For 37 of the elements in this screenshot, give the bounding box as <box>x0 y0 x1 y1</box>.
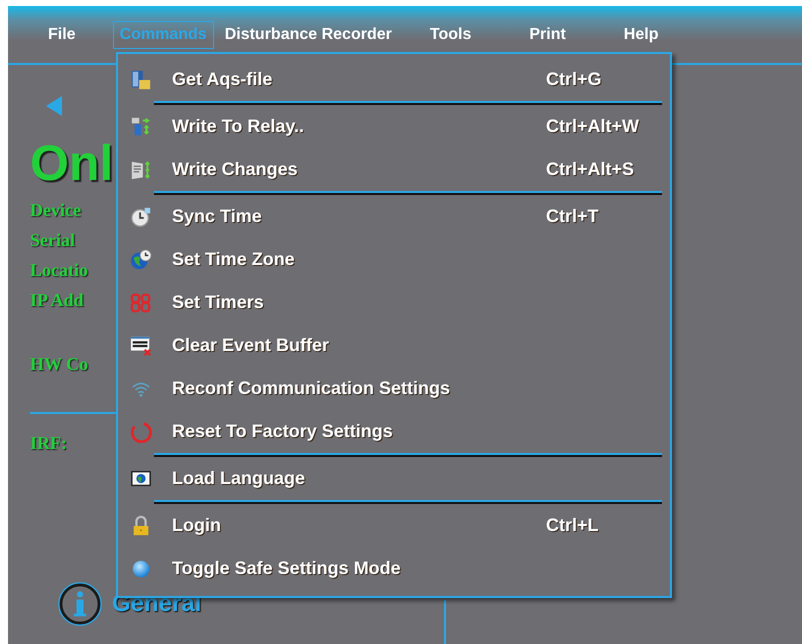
status-title: Onl <box>30 135 114 191</box>
menu-item[interactable]: Login Ctrl+L <box>118 504 670 547</box>
clock-icon <box>130 206 152 228</box>
field-label: IP Add <box>30 289 84 311</box>
relay-arrows-icon <box>130 116 152 138</box>
document-folder-icon <box>130 68 152 90</box>
menu-item[interactable]: Toggle Safe Settings Mode <box>118 547 670 590</box>
list-cross-icon <box>130 334 152 356</box>
menu-item[interactable]: Write To Relay.. Ctrl+Alt+W <box>118 105 670 148</box>
menu-title[interactable]: File <box>41 20 83 48</box>
globe-clock-icon <box>130 248 152 270</box>
shortcut-text: Ctrl+L <box>546 515 599 536</box>
menu-item[interactable]: Reconf Communication Settings <box>118 367 670 410</box>
menu-title[interactable]: Tools <box>422 20 478 48</box>
menu-item[interactable]: Get Aqs-file Ctrl+G <box>118 58 670 101</box>
menu-item[interactable]: Set Timers <box>118 281 670 324</box>
menu-item[interactable]: Sync Time Ctrl+T <box>118 195 670 238</box>
menu-item[interactable]: Write Changes Ctrl+Alt+S <box>118 148 670 191</box>
menu-title[interactable]: Print <box>522 20 573 48</box>
field-label: Locatio <box>30 259 88 281</box>
digits-icon <box>130 292 152 314</box>
menu-title[interactable]: Disturbance Recorder <box>218 20 399 48</box>
document-arrows-icon <box>130 158 152 180</box>
menu-item[interactable]: Clear Event Buffer <box>118 324 670 367</box>
menu-title[interactable]: Help <box>616 20 666 48</box>
shortcut-text: Ctrl+Alt+S <box>546 159 634 180</box>
menu-item[interactable]: Load Language <box>118 457 670 500</box>
shortcut-text: Ctrl+Alt+W <box>546 116 640 137</box>
shortcut-text: Ctrl+T <box>546 206 599 227</box>
info-icon[interactable] <box>58 582 102 626</box>
field-label: Device <box>30 199 81 221</box>
menu-item[interactable]: Reset To Factory Settings <box>118 410 670 453</box>
field-label: IRF: <box>30 432 67 454</box>
shortcut-text: Ctrl+G <box>546 69 602 90</box>
field-label: HW Co <box>30 353 88 375</box>
menu-item[interactable]: Set Time Zone <box>118 238 670 281</box>
field-label: Serial <box>30 229 75 251</box>
